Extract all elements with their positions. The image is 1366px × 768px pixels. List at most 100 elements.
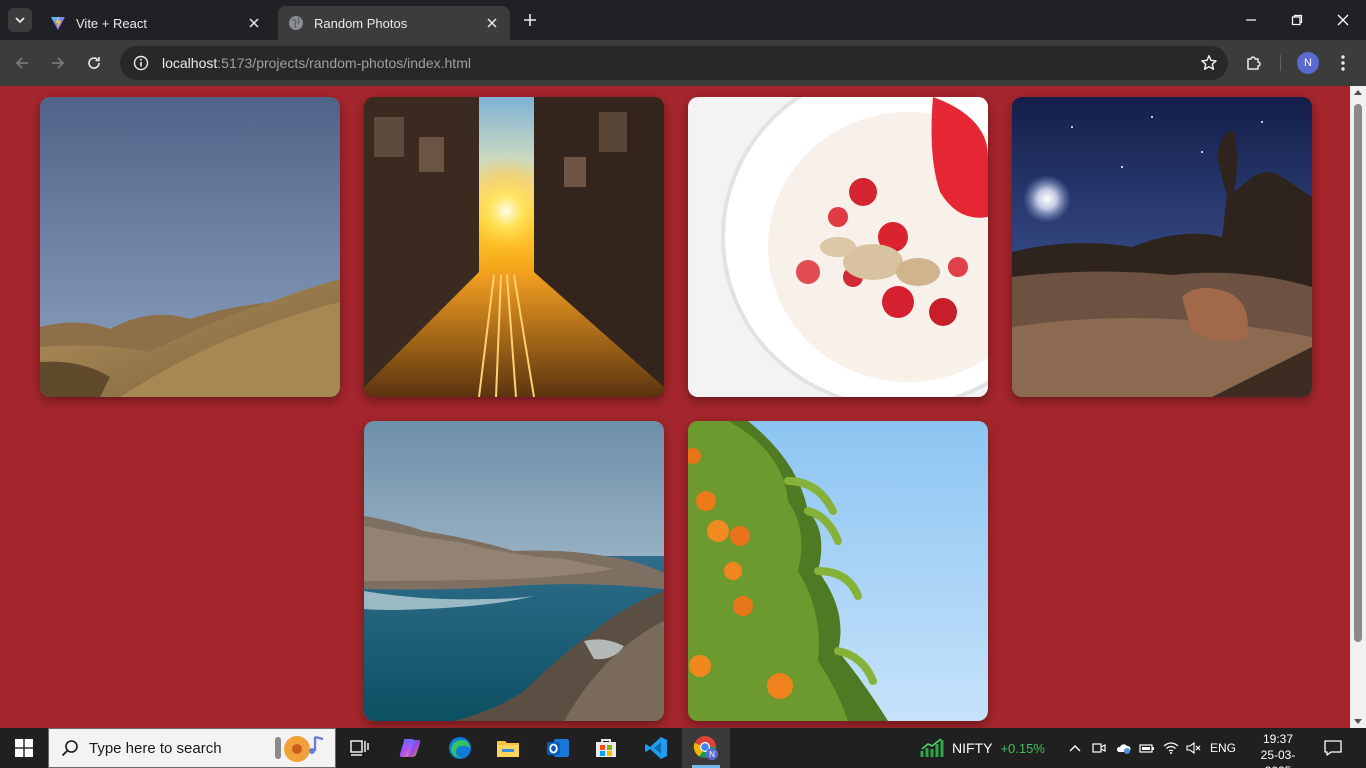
stock-ticker-widget[interactable]: NIFTY +0.15%	[920, 728, 1045, 768]
tab-title: Random Photos	[314, 15, 408, 31]
taskbar-chrome[interactable]: N	[682, 728, 730, 768]
puzzle-icon	[1247, 56, 1261, 70]
folder-icon	[497, 741, 519, 757]
vscode-icon	[645, 737, 667, 759]
cloud-icon	[1116, 744, 1131, 754]
clock-time: 19:37	[1262, 732, 1294, 746]
globe-icon	[289, 16, 303, 30]
restore-icon	[1291, 14, 1303, 26]
search-placeholder: Type here to search	[89, 739, 222, 757]
close-icon	[1337, 14, 1349, 26]
bookmark-star-icon[interactable]	[1200, 54, 1218, 72]
tab-strip: Vite + React Random Photos	[0, 0, 1366, 40]
notification-center-button[interactable]	[1316, 728, 1350, 768]
forward-button[interactable]	[44, 49, 72, 77]
browser-menu-button[interactable]	[1334, 51, 1352, 75]
url-path: :5173/projects/random-photos/index.html	[217, 55, 471, 71]
tray-language[interactable]: ENG	[1206, 728, 1240, 768]
task-view-icon	[350, 740, 369, 756]
volume-muted-icon	[1186, 742, 1201, 754]
outlook-icon	[547, 739, 569, 757]
tray-battery[interactable]	[1136, 728, 1158, 768]
sunset-street-image	[364, 97, 664, 397]
browser-toolbar: localhost:5173/projects/random-photos/in…	[0, 40, 1366, 86]
copilot-icon	[399, 739, 421, 757]
taskbar-vscode[interactable]	[632, 728, 680, 768]
tab-random-photos[interactable]: Random Photos	[278, 6, 510, 40]
task-view-button[interactable]	[336, 728, 384, 768]
profile-avatar[interactable]: N	[1297, 52, 1319, 74]
search-highlight-icon	[275, 735, 324, 762]
show-hidden-icons-button[interactable]	[1064, 728, 1086, 768]
url-text: localhost:5173/projects/random-photos/in…	[162, 55, 471, 71]
new-tab-button[interactable]	[520, 10, 540, 30]
tray-volume[interactable]	[1183, 728, 1205, 768]
windows-taskbar: Type here to search N NIFTY +0.15% ENG 1…	[0, 728, 1366, 768]
scroll-down-icon[interactable]	[1354, 719, 1362, 724]
chevron-up-icon	[1069, 745, 1081, 752]
extensions-button[interactable]	[1242, 51, 1266, 75]
taskbar-outlook[interactable]	[534, 728, 582, 768]
svg-text:N: N	[709, 750, 715, 759]
orange-tree-image	[688, 421, 988, 721]
wifi-icon	[1163, 742, 1179, 754]
tray-network[interactable]	[1160, 728, 1182, 768]
photo-card-orange-tree[interactable]	[688, 421, 988, 721]
windows-logo-icon	[15, 739, 33, 757]
reload-button[interactable]	[80, 49, 108, 77]
page-scrollbar[interactable]	[1350, 86, 1366, 728]
tab-vite-react[interactable]: Vite + React	[40, 6, 272, 40]
chrome-icon: N	[693, 736, 718, 760]
clock-date: 25-03-2025	[1260, 748, 1296, 768]
tray-meet-now[interactable]	[1088, 728, 1110, 768]
toolbar-divider	[1280, 55, 1281, 71]
scroll-thumb[interactable]	[1354, 104, 1362, 642]
photo-card-night-desert[interactable]	[1012, 97, 1312, 397]
taskbar-edge[interactable]	[436, 728, 484, 768]
tray-onedrive[interactable]	[1112, 728, 1134, 768]
night-desert-image	[1012, 97, 1312, 397]
chevron-down-icon	[15, 17, 25, 24]
url-host: localhost	[162, 55, 218, 71]
photo-grid	[40, 97, 1312, 721]
taskbar-search-box[interactable]: Type here to search	[48, 728, 336, 768]
search-icon	[61, 740, 78, 757]
taskbar-clock[interactable]: 19:37 25-03-2025	[1250, 731, 1306, 768]
battery-icon	[1139, 744, 1154, 753]
scroll-up-icon[interactable]	[1354, 90, 1362, 95]
photo-card-sunset-street[interactable]	[364, 97, 664, 397]
taskbar-store[interactable]	[582, 728, 630, 768]
minimize-icon	[1246, 19, 1256, 21]
store-icon	[596, 739, 616, 757]
camera-icon	[1092, 743, 1106, 753]
page-viewport	[0, 86, 1350, 728]
arrow-left-icon	[15, 57, 28, 69]
photo-card-rocky-coast[interactable]	[364, 421, 664, 721]
ticker-change: +0.15%	[1000, 740, 1045, 756]
close-window-button[interactable]	[1320, 0, 1366, 40]
taskbar-file-explorer[interactable]	[484, 728, 532, 768]
address-bar[interactable]: localhost:5173/projects/random-photos/in…	[120, 46, 1228, 80]
desert-dunes-image	[40, 97, 340, 397]
taskbar-copilot[interactable]	[386, 728, 434, 768]
photo-card-desert-dunes[interactable]	[40, 97, 340, 397]
yogurt-bowl-image	[688, 97, 988, 397]
tab-search-button[interactable]	[8, 8, 32, 32]
minimize-button[interactable]	[1228, 0, 1274, 40]
reload-icon	[88, 57, 100, 69]
plus-icon	[524, 14, 536, 26]
restore-button[interactable]	[1274, 0, 1320, 40]
edge-icon	[449, 737, 471, 759]
chart-up-icon	[920, 738, 944, 757]
close-icon[interactable]	[484, 15, 500, 31]
arrow-right-icon	[52, 57, 65, 69]
photo-card-yogurt-bowl[interactable]	[688, 97, 988, 397]
back-button[interactable]	[8, 49, 36, 77]
start-button[interactable]	[0, 728, 48, 768]
rocky-coast-image	[364, 421, 664, 721]
site-info-icon[interactable]	[132, 54, 150, 72]
vite-logo-icon	[51, 16, 65, 30]
more-vertical-icon	[1341, 55, 1345, 71]
language-indicator: ENG	[1209, 741, 1236, 755]
close-icon[interactable]	[246, 15, 262, 31]
